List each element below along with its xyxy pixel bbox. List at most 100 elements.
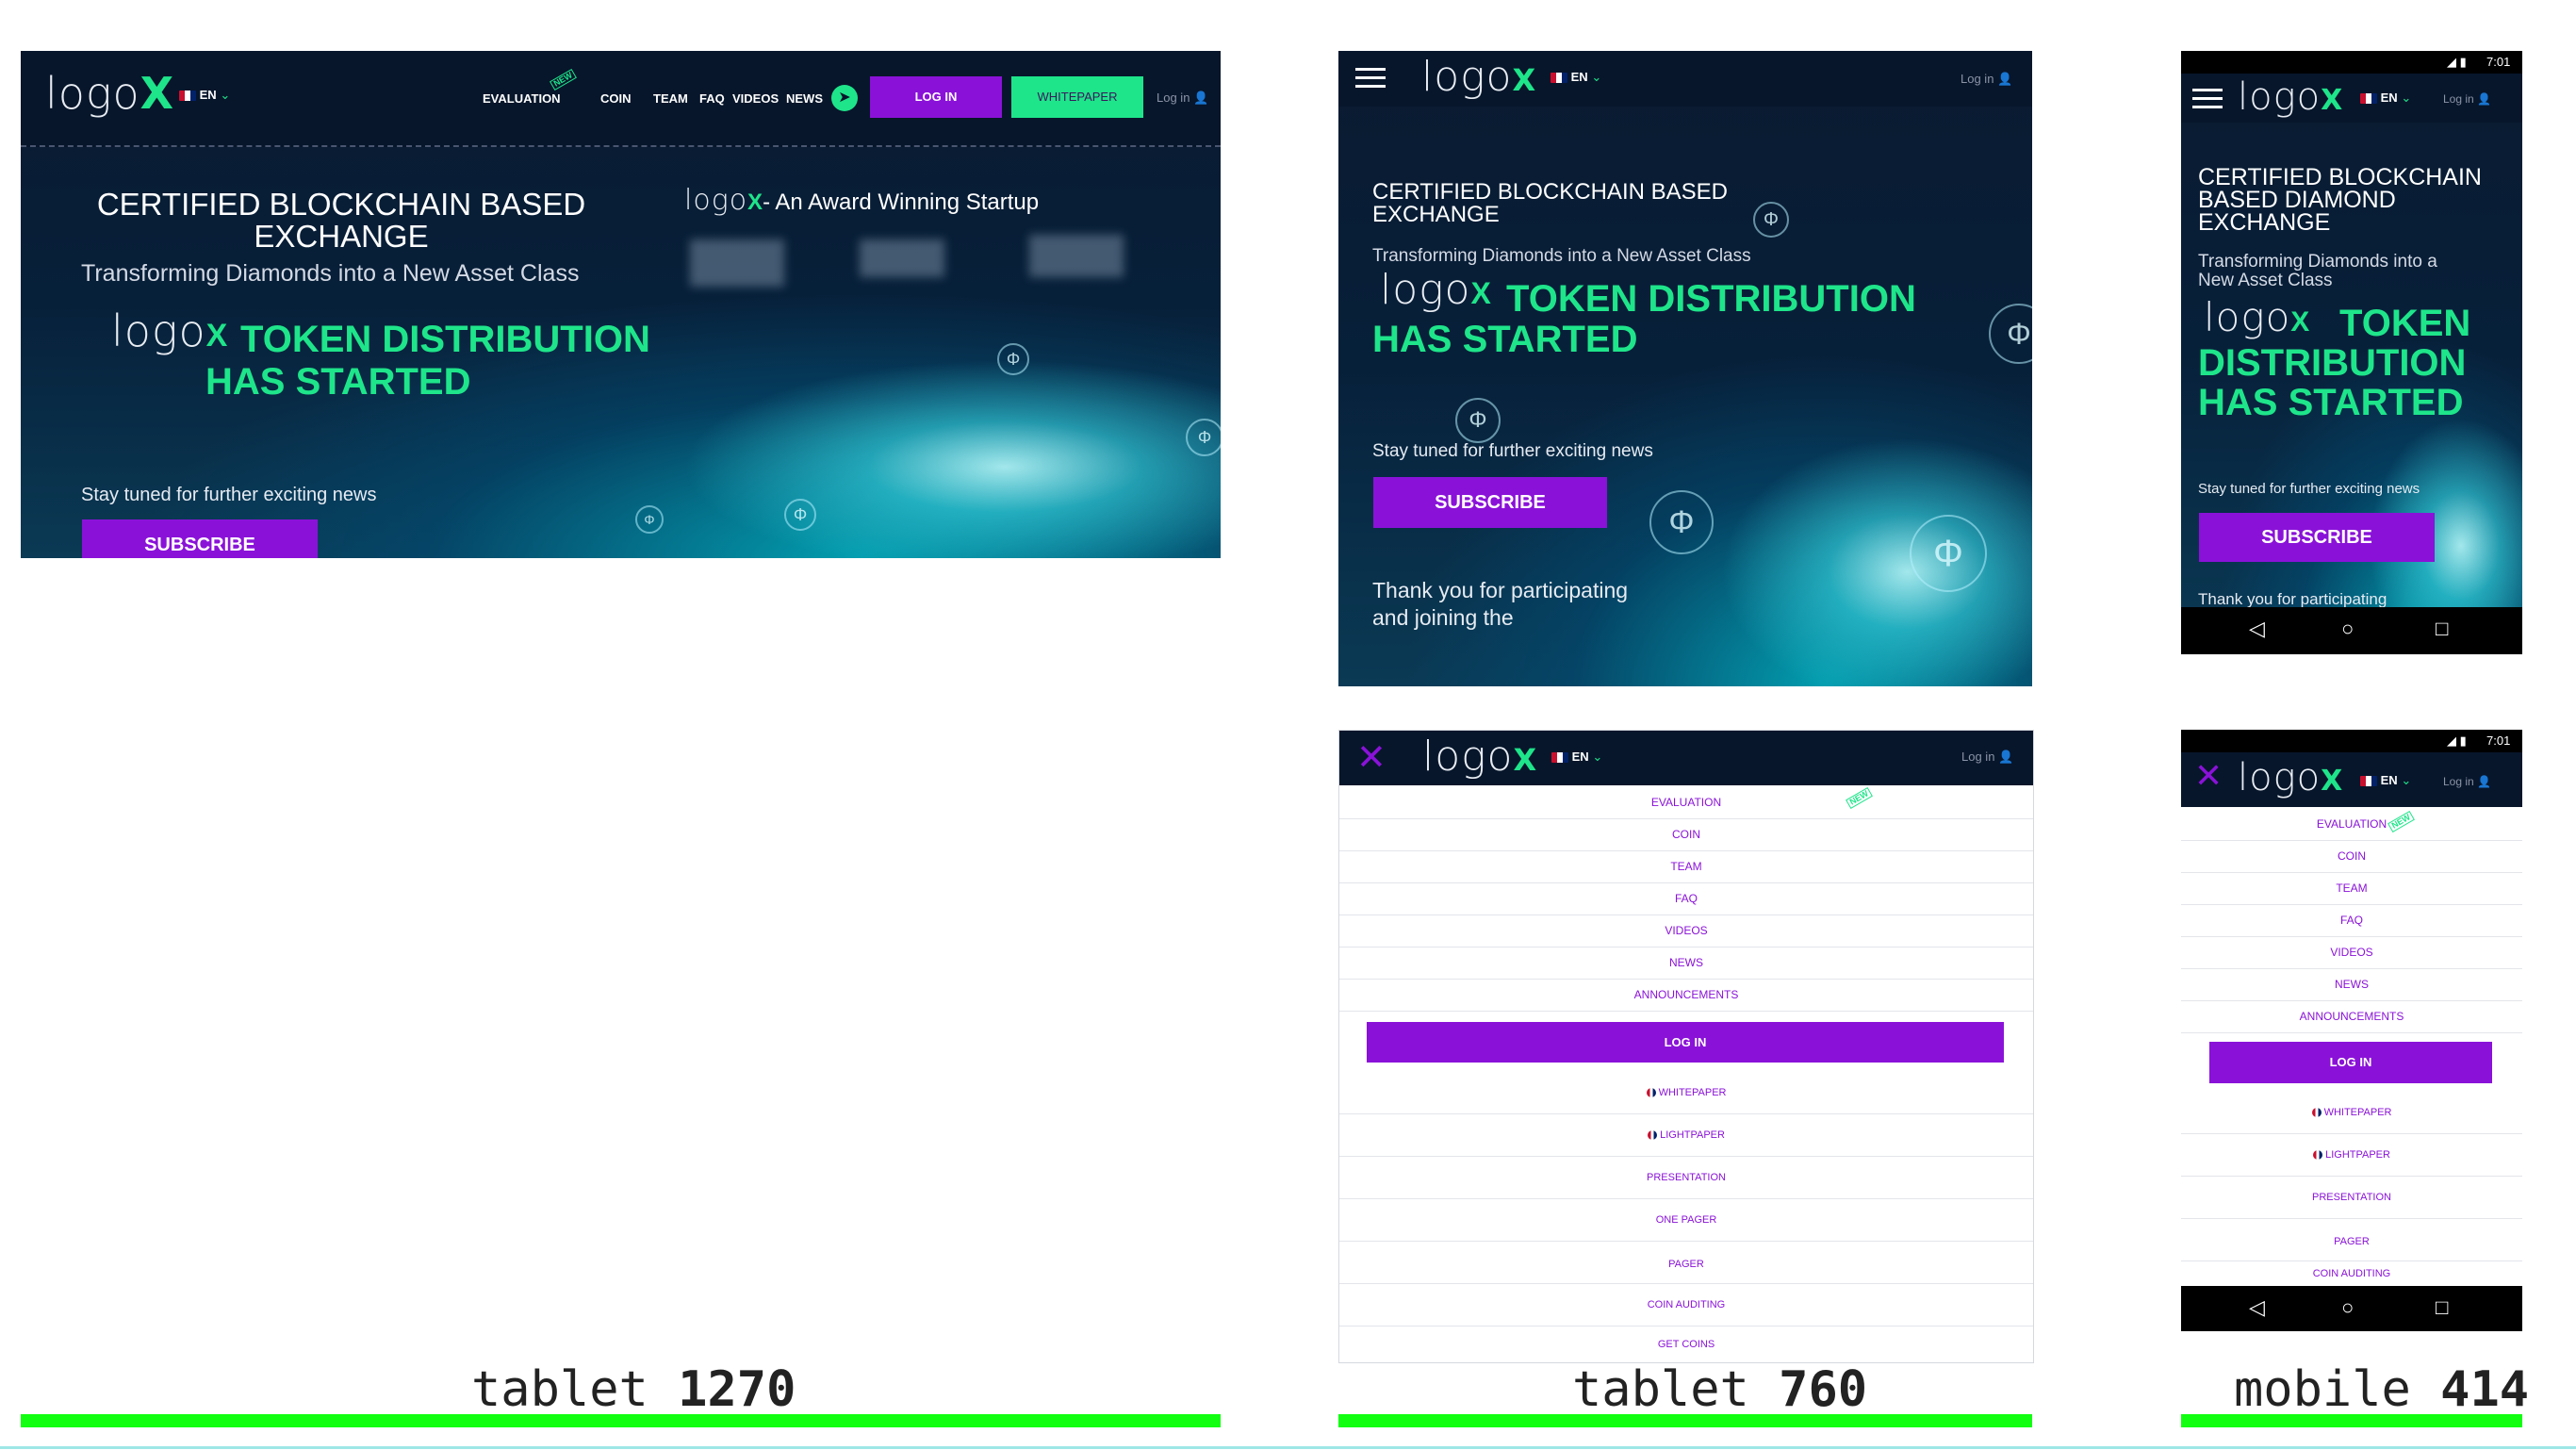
coin-icon: Φ xyxy=(1649,490,1714,554)
back-icon[interactable]: ◁ xyxy=(2249,1295,2265,1320)
logo-mark-icon: X xyxy=(2321,765,2344,798)
nav-news[interactable]: NEWS xyxy=(786,91,823,106)
login-link[interactable]: Log in 👤 xyxy=(1157,91,1208,106)
top-nav: ✕ logoX EN ⌄ Log in 👤 xyxy=(1339,731,2033,785)
tablet-760-preview: logoX EN ⌄ Log in 👤 CERTIFIED BLOCKCHAIN… xyxy=(1338,51,2032,686)
chevron-down-icon: ⌄ xyxy=(1592,750,1603,764)
top-nav: logoX EN ⌄ Log in 👤 xyxy=(2181,74,2522,123)
menu-doc-pager[interactable]: PAGER xyxy=(2181,1219,2522,1261)
menu-item-announcements[interactable]: ANNOUNCEMENTS xyxy=(1339,980,2033,1012)
menu-item-faq[interactable]: FAQ xyxy=(1339,883,2033,915)
recents-icon[interactable]: □ xyxy=(2436,1295,2448,1320)
subscribe-button[interactable]: SUBSCRIBE xyxy=(2199,513,2435,562)
hamburger-menu-icon[interactable] xyxy=(1355,68,1386,93)
menu-doc-coin-auditing[interactable]: COIN AUDITING xyxy=(2181,1261,2522,1287)
uk-flag-icon xyxy=(1551,752,1568,764)
lang-switch[interactable]: EN ⌄ xyxy=(2360,773,2411,788)
nav-team[interactable]: TEAM xyxy=(653,91,688,106)
close-menu-icon[interactable]: ✕ xyxy=(1356,736,1386,779)
menu-item-team[interactable]: TEAM xyxy=(1339,851,2033,883)
menu-doc-presentation[interactable]: PRESENTATION xyxy=(1339,1157,2033,1199)
menu-item-evaluation[interactable]: EVALUATION xyxy=(1339,787,2033,819)
menu-doc-coin-auditing[interactable]: COIN AUDITING xyxy=(1339,1284,2033,1326)
caption-prefix: tablet xyxy=(471,1361,648,1418)
login-link-label: Log in xyxy=(1157,91,1190,105)
login-button[interactable]: LOG IN xyxy=(870,76,1002,118)
subscribe-button[interactable]: SUBSCRIBE xyxy=(1373,477,1607,528)
logo[interactable]: logoX xyxy=(2238,75,2343,119)
telegram-icon[interactable]: ➤ xyxy=(831,85,858,111)
mobile-414-preview: ◢ ▮ 7:01 logoX EN ⌄ Log in 👤 CERTIFIED B… xyxy=(2181,51,2522,654)
menu-item-coin[interactable]: COIN xyxy=(2181,841,2522,873)
lang-label: EN xyxy=(1571,750,1589,764)
login-link-label: Log in xyxy=(1961,72,1994,86)
menu-item-news[interactable]: NEWS xyxy=(1339,947,2033,980)
award-text: - An Award Winning Startup xyxy=(763,189,1040,215)
close-menu-icon[interactable]: ✕ xyxy=(2194,756,2223,796)
top-nav: ✕ logoX EN ⌄ Log in 👤 xyxy=(2181,752,2522,807)
menu-item-evaluation[interactable]: EVALUATION xyxy=(2181,809,2522,841)
hero-subtitle: Transforming Diamonds into a New Asset C… xyxy=(81,260,580,287)
coin-icon: Φ xyxy=(635,505,664,534)
login-link-label: Log in xyxy=(2443,92,2474,106)
logo[interactable]: logoX xyxy=(45,68,174,119)
menu-doc-get-coins[interactable]: GET COINS xyxy=(1339,1326,2033,1362)
lang-label: EN xyxy=(1570,70,1588,84)
menu-doc-lightpaper[interactable]: LIGHTPAPER xyxy=(2181,1134,2522,1177)
new-badge: NEW xyxy=(550,68,577,91)
back-icon[interactable]: ◁ xyxy=(2249,617,2265,641)
login-link[interactable]: Log in 👤 xyxy=(2443,92,2491,106)
nav-evaluation[interactable]: EVALUATION xyxy=(483,91,561,106)
uk-flag-icon xyxy=(179,91,196,102)
menu-item-announcements[interactable]: ANNOUNCEMENTS xyxy=(2181,1001,2522,1033)
lang-switch[interactable]: EN ⌄ xyxy=(2360,91,2411,106)
nav-coin[interactable]: COIN xyxy=(600,91,632,106)
menu-doc-whitepaper[interactable]: WHITEPAPER xyxy=(1339,1072,2033,1114)
menu-doc-lightpaper[interactable]: LIGHTPAPER xyxy=(1339,1114,2033,1157)
login-link[interactable]: Log in 👤 xyxy=(1961,750,2013,765)
nav-faq[interactable]: FAQ xyxy=(699,91,725,106)
logo[interactable]: logoX xyxy=(2238,756,2343,799)
logo[interactable]: logoX xyxy=(1421,53,1536,101)
hamburger-menu-icon[interactable] xyxy=(2192,89,2223,114)
nav-videos[interactable]: VIDEOS xyxy=(732,91,779,106)
lang-switch[interactable]: EN ⌄ xyxy=(1551,750,1602,765)
bottom-divider xyxy=(0,1446,2576,1449)
top-nav: logoX EN ⌄ Log in 👤 xyxy=(1338,51,2032,107)
tablet-1270-preview: logoX EN ⌄ EVALUATION NEW COIN TEAM FAQ … xyxy=(21,51,1221,558)
menu-item-news[interactable]: NEWS xyxy=(2181,969,2522,1001)
lang-switch[interactable]: EN ⌄ xyxy=(1551,70,1601,85)
menu-login-button[interactable]: LOG IN xyxy=(1367,1022,2004,1063)
menu-item-faq[interactable]: FAQ xyxy=(2181,905,2522,937)
user-icon: 👤 xyxy=(2477,92,2491,106)
android-nav-bar: ◁ ○ □ xyxy=(2181,607,2522,654)
recents-icon[interactable]: □ xyxy=(2436,617,2448,641)
menu-doc-one-pager[interactable]: ONE PAGER xyxy=(1339,1199,2033,1242)
lang-switch[interactable]: EN ⌄ xyxy=(179,88,230,103)
home-icon[interactable]: ○ xyxy=(2341,1295,2354,1320)
menu-item-team[interactable]: TEAM xyxy=(2181,873,2522,905)
menu-item-coin[interactable]: COIN xyxy=(1339,819,2033,851)
lang-label: EN xyxy=(2380,773,2398,787)
subscribe-button[interactable]: SUBSCRIBE xyxy=(82,519,318,558)
menu-doc-whitepaper[interactable]: WHITEPAPER xyxy=(2181,1092,2522,1134)
logo[interactable]: logoX xyxy=(1422,733,1537,781)
home-icon[interactable]: ○ xyxy=(2341,617,2354,641)
menu-item-videos[interactable]: VIDEOS xyxy=(1339,915,2033,947)
menu-doc-label: WHITEPAPER xyxy=(1658,1087,1727,1098)
whitepaper-button[interactable]: WHITEPAPER xyxy=(1011,76,1143,118)
breakpoint-bar-tablet-1270 xyxy=(21,1414,1221,1427)
menu-doc-presentation[interactable]: PRESENTATION xyxy=(2181,1177,2522,1219)
token-logo-mark-icon: X xyxy=(205,318,228,354)
menu-item-videos[interactable]: VIDEOS xyxy=(2181,937,2522,969)
menu-doc-pager[interactable]: PAGER xyxy=(1339,1242,2033,1284)
login-link[interactable]: Log in 👤 xyxy=(2443,775,2491,788)
menu-login-button[interactable]: LOG IN xyxy=(2209,1042,2492,1083)
logo-mark-icon: X xyxy=(1512,62,1537,98)
token-logo-text: logo xyxy=(1380,266,1471,314)
login-link[interactable]: Log in 👤 xyxy=(1961,72,2012,87)
top-nav: logoX EN ⌄ EVALUATION NEW COIN TEAM FAQ … xyxy=(21,51,1221,147)
signal-battery-icon: ◢ ▮ xyxy=(2447,733,2467,748)
breakpoint-bar-tablet-760 xyxy=(1338,1414,2032,1427)
user-icon: 👤 xyxy=(1997,72,2013,86)
